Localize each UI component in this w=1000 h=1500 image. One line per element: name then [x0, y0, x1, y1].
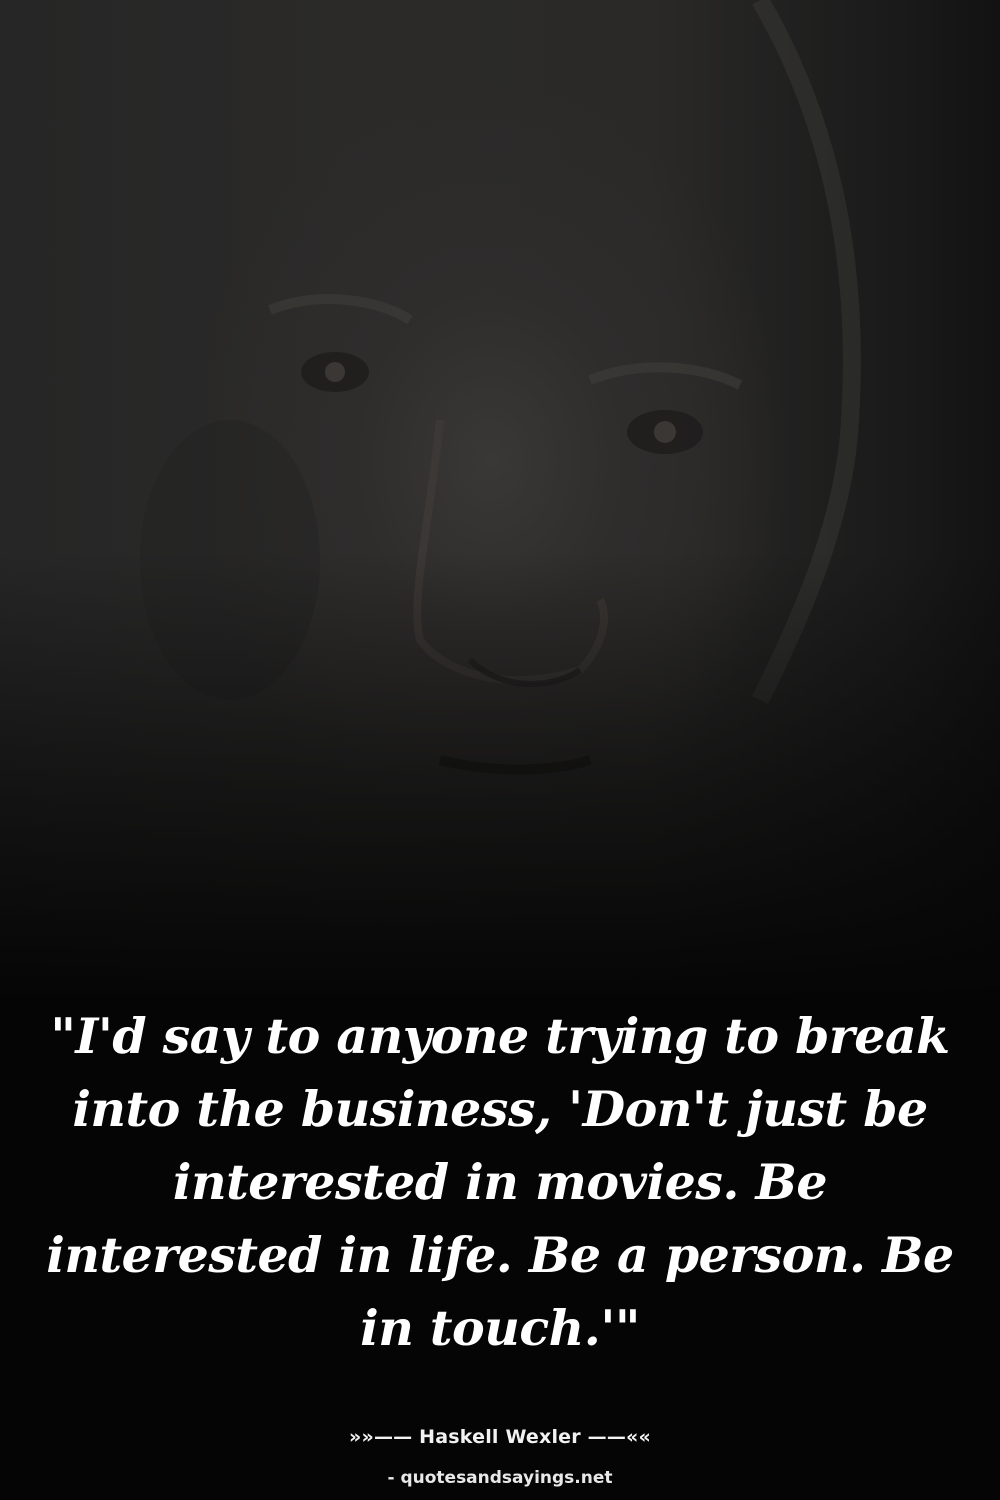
quote-text: "I'd say to anyone trying to break into … — [46, 1007, 954, 1357]
author-line: »»—— Haskell Wexler ——«« — [349, 1426, 651, 1448]
bottom-fade-overlay — [0, 0, 1000, 1000]
source-credit: - quotesandsayings.net — [387, 1468, 613, 1488]
quote-card: "I'd say to anyone trying to break into … — [0, 0, 1000, 1500]
